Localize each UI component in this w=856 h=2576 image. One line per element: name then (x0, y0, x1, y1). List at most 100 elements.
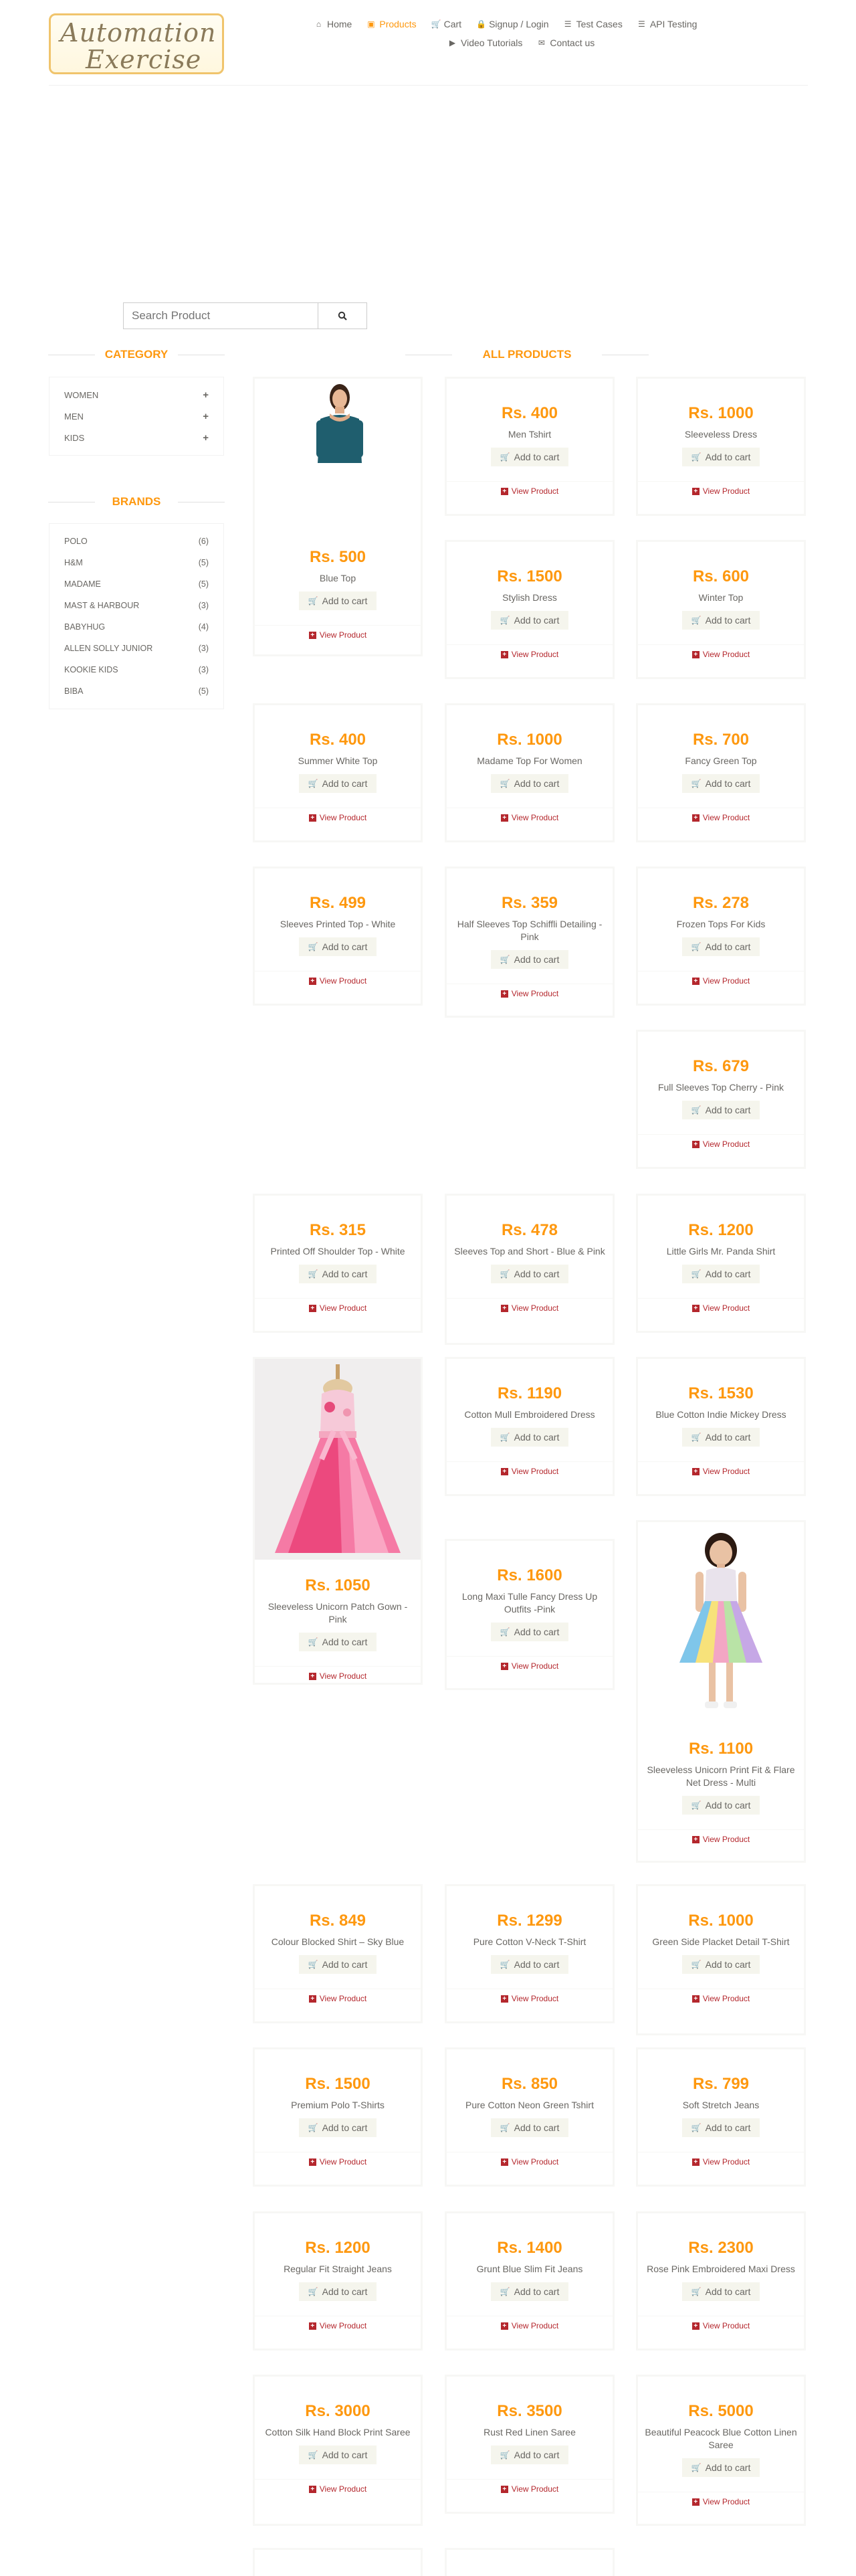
add-to-cart-button[interactable]: 🛒 Add to cart (298, 1265, 377, 1283)
brand-item[interactable]: Mast & Harbour (3) (64, 595, 209, 616)
nav-link-signup-login[interactable]: 🔒 Signup / Login (476, 19, 549, 29)
view-product-link[interactable]: + View Product (638, 645, 804, 664)
view-product-link[interactable]: + View Product (447, 2316, 613, 2336)
category-item-women[interactable]: Women + (64, 384, 209, 405)
view-product-link[interactable]: + View Product (447, 2480, 613, 2499)
nav-link-home[interactable]: ⌂ Home (314, 19, 352, 29)
add-to-cart-button[interactable]: 🛒 Add to cart (681, 2458, 760, 2477)
nav-link-test-cases[interactable]: ☰ Test Cases (564, 19, 623, 29)
product-info: Rs. 849 Colour Blocked Shirt – Sky Blue 🛒 A… (255, 1886, 421, 2009)
add-to-cart-button[interactable]: 🛒 Add to cart (490, 950, 569, 969)
view-product-link[interactable]: + View Product (638, 2316, 804, 2336)
view-product-link[interactable]: + View Product (447, 1299, 613, 1318)
view-product-link[interactable]: + View Product (638, 2492, 804, 2512)
product-image[interactable] (638, 1522, 804, 1726)
add-to-cart-button[interactable]: 🛒 Add to cart (490, 2446, 569, 2464)
view-product-link[interactable]: + View Product (447, 808, 613, 828)
view-product-link[interactable]: + View Product (255, 2152, 421, 2172)
add-to-cart-button[interactable]: 🛒 Add to cart (490, 1623, 569, 1641)
add-to-cart-button[interactable]: 🛒 Add to cart (490, 448, 569, 466)
view-product-link[interactable]: + View Product (255, 2316, 421, 2336)
view-product-link[interactable]: + View Product (638, 1299, 804, 1318)
plus-square-icon: + (691, 977, 700, 985)
plus-icon[interactable]: + (203, 411, 209, 422)
category-item-kids[interactable]: Kids + (64, 427, 209, 448)
view-product-link[interactable]: + View Product (638, 972, 804, 991)
view-product-link[interactable]: + View Product (447, 1462, 613, 1481)
search-input[interactable] (123, 302, 318, 329)
add-to-cart-button[interactable]: 🛒 Add to cart (298, 2282, 377, 2301)
view-product-link[interactable]: + View Product (255, 2480, 421, 2499)
cart-icon: 🛒 (691, 1433, 702, 1442)
add-to-cart-button[interactable]: 🛒 Add to cart (681, 774, 760, 793)
add-to-cart-button[interactable]: 🛒 Add to cart (490, 1428, 569, 1447)
brand-item[interactable]: Allen Solly Junior (3) (64, 638, 209, 659)
view-product-link[interactable]: + View Product (638, 1462, 804, 1481)
view-product-link[interactable]: + View Product (447, 2152, 613, 2172)
product-price: Rs. 3000 (305, 2402, 370, 2420)
view-product-link[interactable]: + View Product (447, 645, 613, 664)
add-to-cart-button[interactable]: 🛒 Add to cart (298, 937, 377, 956)
brand-item[interactable]: Biba (5) (64, 680, 209, 702)
brand-item[interactable]: Kookie Kids (3) (64, 659, 209, 680)
plus-icon[interactable]: + (203, 432, 209, 444)
view-product-link[interactable]: + View Product (638, 808, 804, 828)
add-to-cart-button[interactable]: 🛒 Add to cart (681, 937, 760, 956)
add-to-cart-button[interactable]: 🛒 Add to cart (298, 2446, 377, 2464)
product-image[interactable] (255, 1359, 421, 1563)
view-product-link[interactable]: + View Product (255, 808, 421, 828)
nav-link-video-tutorials[interactable]: ▶ Video Tutorials (448, 37, 522, 48)
view-product-link[interactable]: + View Product (447, 482, 613, 501)
view-product-link[interactable]: + View Product (255, 1667, 421, 1686)
view-product-link[interactable]: + View Product (638, 482, 804, 501)
view-product-link[interactable]: + View Product (638, 1830, 804, 1849)
site-logo[interactable]: Automation Exercise (49, 13, 224, 74)
view-product-link[interactable]: + View Product (638, 1989, 804, 2009)
add-to-cart-button[interactable]: 🛒 Add to cart (298, 2118, 377, 2137)
view-product-link[interactable]: + View Product (638, 1135, 804, 1154)
view-product-link[interactable]: + View Product (447, 1989, 613, 2009)
add-to-cart-button[interactable]: 🛒 Add to cart (490, 774, 569, 793)
view-product-link[interactable]: + View Product (447, 984, 613, 1004)
plus-icon[interactable]: + (203, 389, 209, 401)
plus-square-icon: + (691, 2322, 700, 2330)
add-to-cart-button[interactable]: 🛒 Add to cart (681, 611, 760, 630)
view-product-link[interactable]: + View Product (447, 1657, 613, 1676)
add-to-cart-button[interactable]: 🛒 Add to cart (490, 2282, 569, 2301)
add-to-cart-button[interactable]: 🛒 Add to cart (681, 1101, 760, 1119)
view-product-link[interactable]: + View Product (255, 1299, 421, 1318)
add-to-cart-button[interactable]: 🛒 Add to cart (681, 1428, 760, 1447)
view-product-link[interactable]: + View Product (638, 2152, 804, 2172)
add-to-cart-button[interactable]: 🛒 Add to cart (490, 1265, 569, 1283)
add-to-cart-button[interactable]: 🛒 Add to cart (490, 611, 569, 630)
view-product-link[interactable]: + View Product (255, 1989, 421, 2009)
add-to-cart-button[interactable]: 🛒 Add to cart (490, 1955, 569, 1974)
add-to-cart-button[interactable]: 🛒 Add to cart (298, 1633, 377, 1651)
add-to-cart-button[interactable]: 🛒 Add to cart (681, 2282, 760, 2301)
category-item-men[interactable]: Men + (64, 405, 209, 427)
add-to-cart-button[interactable]: 🛒 Add to cart (681, 448, 760, 466)
add-to-cart-button[interactable]: 🛒 Add to cart (681, 1265, 760, 1283)
brand-item[interactable]: H&M (5) (64, 552, 209, 573)
brand-item[interactable]: Polo (6) (64, 531, 209, 552)
add-to-cart-button[interactable]: 🛒 Add to cart (681, 2118, 760, 2137)
product-image[interactable] (255, 379, 421, 478)
add-to-cart-button[interactable]: 🛒 Add to cart (298, 774, 377, 793)
plus-square-icon: + (308, 2485, 316, 2493)
add-to-cart-button[interactable]: 🛒 Add to cart (681, 1796, 760, 1815)
nav-link-api-testing[interactable]: ☰ API Testing (637, 19, 697, 29)
brand-item[interactable]: Babyhug (4) (64, 616, 209, 638)
add-to-cart-button[interactable]: 🛒 Add to cart (490, 2118, 569, 2137)
brand-item[interactable]: Madame (5) (64, 573, 209, 595)
add-to-cart-label: Add to cart (705, 2122, 751, 2133)
add-to-cart-button[interactable]: 🛒 Add to cart (298, 1955, 377, 1974)
nav-link-cart[interactable]: 🛒 Cart (431, 19, 461, 29)
search-button[interactable] (318, 302, 367, 329)
view-product-label: View Product (511, 1467, 559, 1476)
nav-link-contact-us[interactable]: ✉ Contact us (537, 37, 595, 48)
add-to-cart-button[interactable]: 🛒 Add to cart (681, 1955, 760, 1974)
view-product-link[interactable]: + View Product (255, 972, 421, 991)
nav-link-products[interactable]: ▣ Products (366, 19, 416, 29)
add-to-cart-button[interactable]: 🛒 Add to cart (298, 591, 377, 610)
view-product-link[interactable]: + View Product (255, 626, 421, 645)
